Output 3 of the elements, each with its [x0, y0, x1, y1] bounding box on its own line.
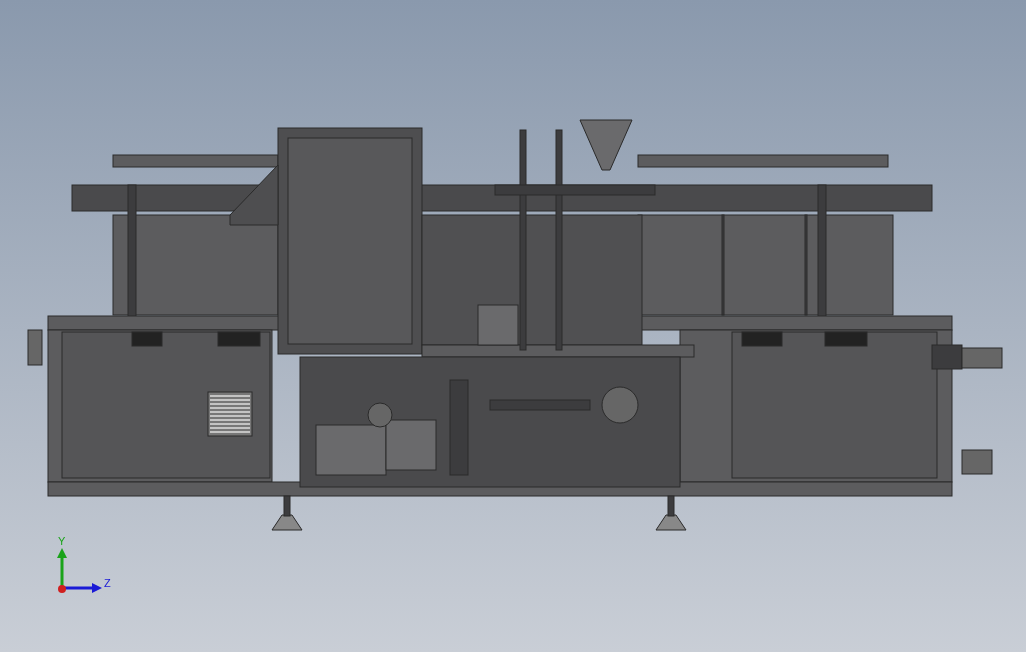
axis-label: Y	[58, 535, 66, 547]
axis-label: Z	[104, 577, 111, 589]
origin-dot	[58, 585, 66, 593]
